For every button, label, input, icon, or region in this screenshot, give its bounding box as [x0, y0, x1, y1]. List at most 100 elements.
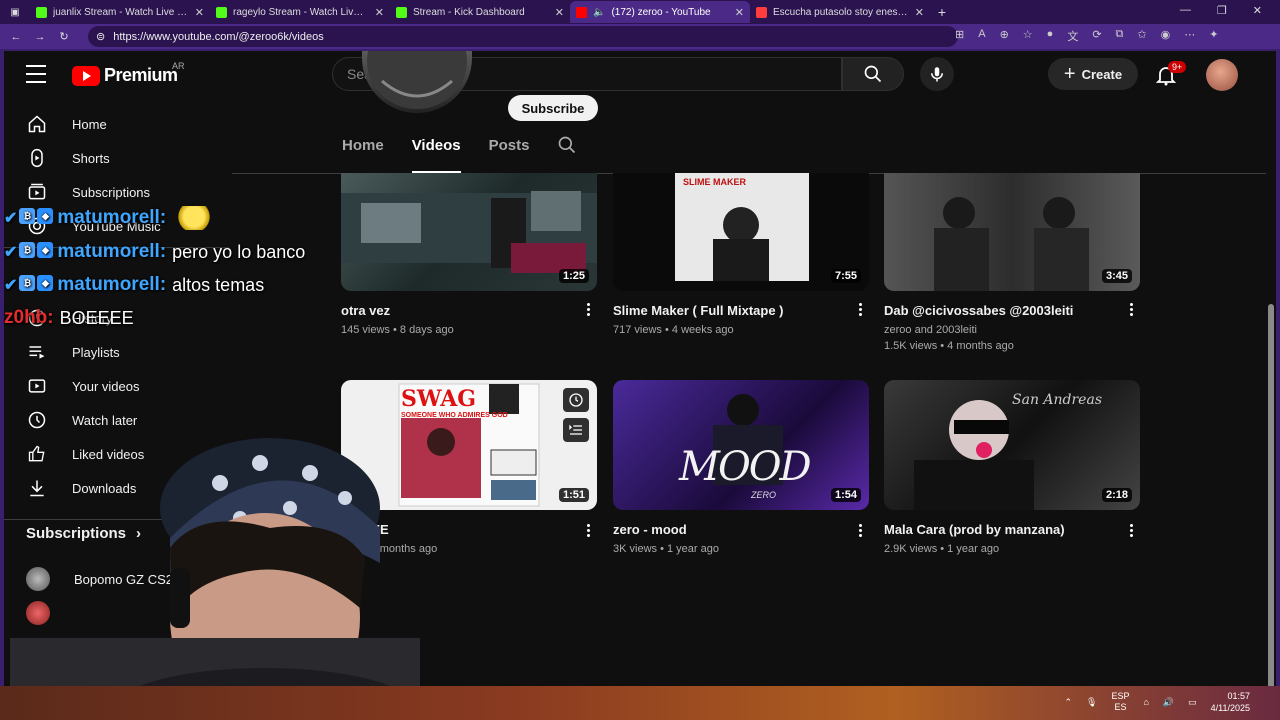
network-icon[interactable]: ⌂: [1143, 697, 1148, 707]
close-tab-icon[interactable]: ✕: [555, 6, 564, 19]
tab-posts[interactable]: Posts: [489, 137, 530, 167]
create-button[interactable]: + Create: [1048, 58, 1138, 90]
channel-avatar-large[interactable]: [362, 51, 472, 113]
add-to-queue-icon[interactable]: [563, 418, 589, 442]
close-tab-icon[interactable]: ✕: [735, 6, 744, 19]
subscribe-label: Subscribe: [521, 100, 585, 116]
video-title[interactable]: otra vez: [341, 303, 571, 318]
video-thumbnail[interactable]: San Andreas 2:18: [884, 380, 1140, 510]
voice-search-button[interactable]: [920, 57, 954, 91]
forward-icon[interactable]: →: [28, 31, 52, 43]
browser-tab[interactable]: rageylo Stream - Watch Live on Kick ✕: [210, 1, 390, 23]
tab-videos[interactable]: Videos: [411, 137, 461, 173]
collections-icon[interactable]: ⧉: [1116, 28, 1124, 44]
zoom-icon[interactable]: ⊕: [1000, 28, 1009, 44]
app-icon[interactable]: ⊞: [955, 28, 964, 44]
close-tab-icon[interactable]: ✕: [375, 6, 384, 19]
refresh-extension-icon[interactable]: ⟳: [1092, 28, 1101, 44]
chevron-up-icon[interactable]: ⌃: [1064, 697, 1072, 708]
subscribe-button[interactable]: Subscribe: [508, 95, 598, 121]
video-thumbnail[interactable]: SLIME MAKER 7:55: [613, 173, 869, 291]
browser-toolbar-icons: ⊞ A ⊕ ☆ ● 文 ⟳ ⧉ ✩ ◉ ⋯ ✦: [955, 28, 1218, 44]
chat-badges: ✔ ₿ ◆: [4, 208, 54, 228]
reload-icon[interactable]: ↻: [52, 30, 76, 43]
url-field[interactable]: ⊜ https://www.youtube.com/@zeroo6k/video…: [88, 26, 958, 47]
hamburger-menu-icon[interactable]: [26, 65, 46, 83]
browser-tab-active[interactable]: 🔈 (172) zeroo - YouTube ✕: [570, 1, 750, 23]
copilot-icon[interactable]: ✦: [1209, 28, 1218, 44]
sidebar-item-subscriptions[interactable]: Subscriptions: [16, 175, 216, 209]
clock-time: 01:57: [1227, 691, 1250, 701]
favorites-icon[interactable]: ✩: [1137, 28, 1146, 44]
scrollbar-thumb[interactable]: [1268, 304, 1274, 686]
extension-icon[interactable]: ●: [1047, 28, 1054, 44]
video-views: 2.9K views: [884, 543, 938, 555]
video-title[interactable]: zero - mood: [613, 522, 843, 537]
video-title[interactable]: Slime Maker ( Full Mixtape ): [613, 303, 843, 318]
logo-text: Premium: [104, 65, 178, 85]
browser-tab[interactable]: Escucha putasolo stoy enesto de ✕: [750, 1, 930, 23]
video-collaborators[interactable]: zeroo and 2003leiti: [884, 324, 1140, 336]
minimize-icon[interactable]: —: [1180, 4, 1191, 17]
more-actions-icon[interactable]: [1126, 303, 1136, 316]
chat-message: ✔ ₿ ◆ matumorell: pero yo lo banco: [4, 239, 305, 265]
translate-icon[interactable]: 文: [1067, 28, 1078, 44]
badge-icon: ₿: [19, 275, 36, 291]
channel-search-icon[interactable]: [557, 135, 577, 155]
sidebar-item-home[interactable]: Home: [16, 107, 216, 141]
kick-favicon-icon: [36, 6, 47, 18]
video-card[interactable]: 1:25 otra vez 145 views • 8 days ago: [341, 173, 597, 336]
video-duration: 2:18: [1101, 488, 1132, 502]
video-card[interactable]: 3:45 Dab @cicivossabes @2003leiti zeroo …: [884, 173, 1140, 352]
video-thumbnail[interactable]: 3:45: [884, 173, 1140, 291]
back-icon[interactable]: ←: [4, 31, 28, 43]
video-title[interactable]: Dab @cicivossabes @2003leiti: [884, 303, 1114, 318]
volume-icon[interactable]: 🔊: [1163, 697, 1174, 708]
clock-date: 4/11/2025: [1210, 703, 1250, 713]
video-title[interactable]: Mala Cara (prod by manzana): [884, 522, 1114, 537]
more-actions-icon[interactable]: [583, 303, 593, 316]
youtube-premium-logo[interactable]: Premium: [72, 65, 178, 86]
microphone-tray-icon[interactable]: 🎙: [1086, 697, 1097, 708]
read-aloud-icon[interactable]: A: [978, 28, 985, 44]
tab-title: juanlix Stream - Watch Live on Kick: [53, 6, 189, 18]
language-indicator[interactable]: ESP ES: [1111, 691, 1129, 713]
profile-icon[interactable]: ◉: [1161, 28, 1171, 44]
battery-icon[interactable]: ▭: [1188, 697, 1197, 708]
speaker-icon[interactable]: 🔈: [593, 7, 605, 18]
more-actions-icon[interactable]: [1126, 524, 1136, 537]
page-scrollbar[interactable]: [1266, 99, 1276, 686]
more-actions-icon[interactable]: [583, 524, 593, 537]
video-thumbnail[interactable]: 1:25: [341, 173, 597, 291]
more-menu-icon[interactable]: ⋯: [1184, 28, 1195, 44]
close-window-icon[interactable]: ✕: [1253, 4, 1262, 17]
video-thumbnail[interactable]: MOOD ZERO 1:54: [613, 380, 869, 510]
account-avatar[interactable]: [1206, 59, 1238, 91]
sidebar-item-shorts[interactable]: Shorts: [16, 141, 216, 175]
browser-tab[interactable]: juanlix Stream - Watch Live on Kick ✕: [30, 1, 210, 23]
close-tab-icon[interactable]: ✕: [195, 6, 204, 19]
clock[interactable]: 01:57 4/11/2025: [1211, 690, 1250, 714]
more-actions-icon[interactable]: [855, 303, 865, 316]
site-info-icon[interactable]: ⊜: [96, 30, 105, 43]
browser-tab[interactable]: Stream - Kick Dashboard ✕: [390, 1, 570, 23]
chat-message: z0hb: BOEEEE: [4, 305, 134, 331]
video-card[interactable]: San Andreas 2:18 Mala Cara (prod by manz…: [884, 380, 1140, 555]
maximize-icon[interactable]: ❐: [1217, 4, 1227, 17]
microphone-icon: [931, 67, 943, 82]
sidebar-item-label: Playlists: [72, 344, 120, 360]
favorite-star-icon[interactable]: ☆: [1023, 28, 1033, 44]
close-tab-icon[interactable]: ✕: [915, 6, 924, 19]
chat-username: matumorell:: [57, 241, 167, 262]
new-tab-icon[interactable]: +: [930, 4, 954, 20]
tab-home[interactable]: Home: [342, 137, 384, 167]
watch-later-icon[interactable]: [563, 388, 589, 412]
video-card[interactable]: SLIME MAKER 7:55 Slime Maker ( Full Mixt…: [613, 173, 869, 336]
sidebar-item-playlists[interactable]: Playlists: [16, 335, 216, 369]
system-tray: ⌃ 🎙 ESP ES ⌂ 🔊 ▭ 01:57 4/11/2025: [1064, 690, 1250, 714]
tab-actions-icon[interactable]: ▣: [0, 7, 30, 18]
more-actions-icon[interactable]: [855, 524, 865, 537]
search-button[interactable]: [842, 57, 904, 91]
video-card[interactable]: MOOD ZERO 1:54 zero - mood 3K views • 1 …: [613, 380, 869, 555]
badge-icon: ◆: [37, 208, 54, 224]
